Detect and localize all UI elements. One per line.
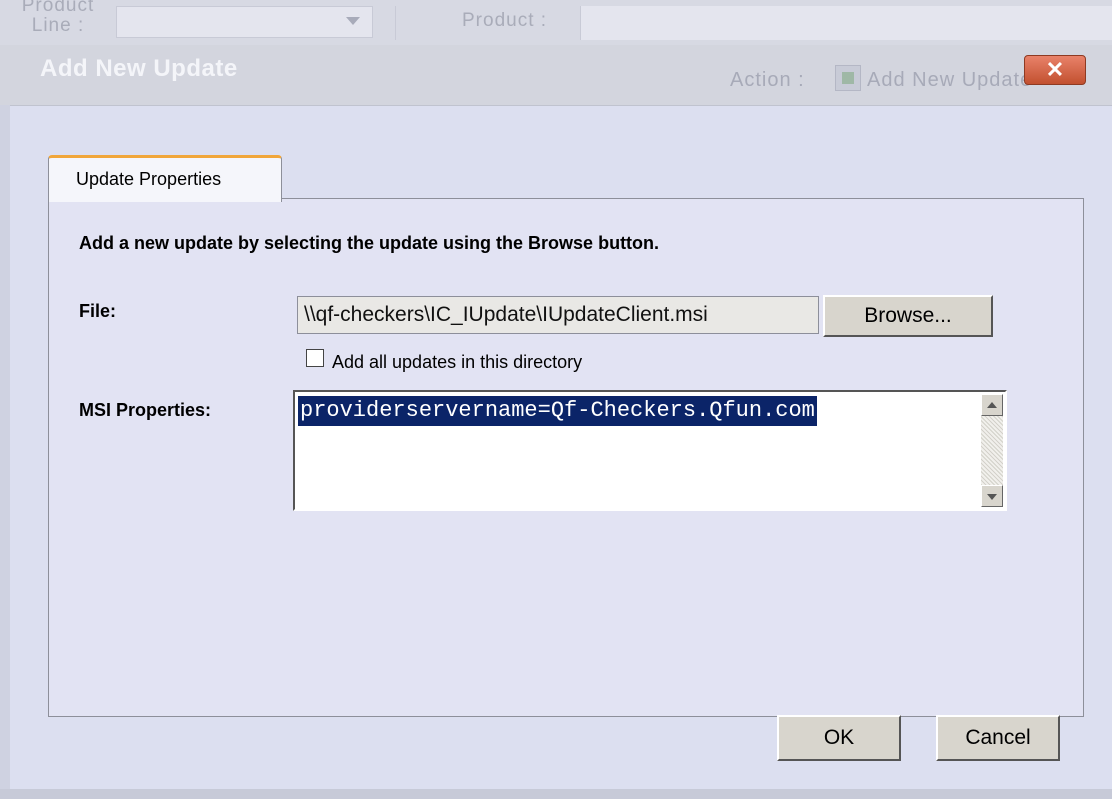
- chevron-down-icon: [346, 17, 360, 25]
- ok-button[interactable]: OK: [777, 715, 901, 761]
- msi-properties-value: providerservername=Qf-Checkers.Qfun.com: [298, 396, 817, 426]
- scroll-track[interactable]: [981, 416, 1003, 485]
- file-path-input[interactable]: [297, 296, 819, 334]
- dialog-edge: [0, 105, 10, 799]
- browse-button[interactable]: Browse...: [823, 295, 993, 337]
- product-line-select: [116, 6, 373, 38]
- cancel-button[interactable]: Cancel: [936, 715, 1060, 761]
- add-all-updates-label: Add all updates in this directory: [332, 352, 583, 372]
- vertical-scrollbar[interactable]: [981, 394, 1003, 507]
- dialog-title-bar: Add New Update Action : Add New Update ✕: [0, 45, 1112, 106]
- tab-panel: Add a new update by selecting the update…: [48, 198, 1084, 717]
- background-app-header: Product Line : Product :: [0, 0, 1112, 46]
- add-all-updates-checkbox[interactable]: [306, 349, 324, 367]
- msi-properties-textarea[interactable]: providerservername=Qf-Checkers.Qfun.com: [293, 390, 1007, 511]
- msi-properties-label: MSI Properties:: [79, 400, 212, 420]
- product-line-label: Product Line :: [21, 0, 95, 36]
- close-x-icon: ✕: [1045, 57, 1065, 82]
- scroll-up-icon[interactable]: [981, 394, 1003, 416]
- product-field: [580, 6, 1112, 40]
- add-update-icon: [835, 65, 861, 91]
- dialog-bottom-edge: [0, 789, 1112, 799]
- tab-label: Update Properties: [76, 169, 222, 189]
- tab-update-properties[interactable]: Update Properties: [48, 155, 282, 202]
- file-label: File:: [79, 301, 117, 321]
- close-button[interactable]: ✕: [1024, 55, 1086, 85]
- product-label: Product :: [462, 10, 548, 31]
- divider: [395, 6, 396, 40]
- action-label: Action :: [730, 69, 805, 91]
- action-value: Add New Update: [867, 69, 1033, 91]
- scroll-down-icon[interactable]: [981, 485, 1003, 507]
- dialog-title: Add New Update: [40, 55, 238, 82]
- instruction-text: Add a new update by selecting the update…: [79, 233, 660, 253]
- add-update-dialog: Add New Update Action : Add New Update ✕…: [0, 45, 1112, 799]
